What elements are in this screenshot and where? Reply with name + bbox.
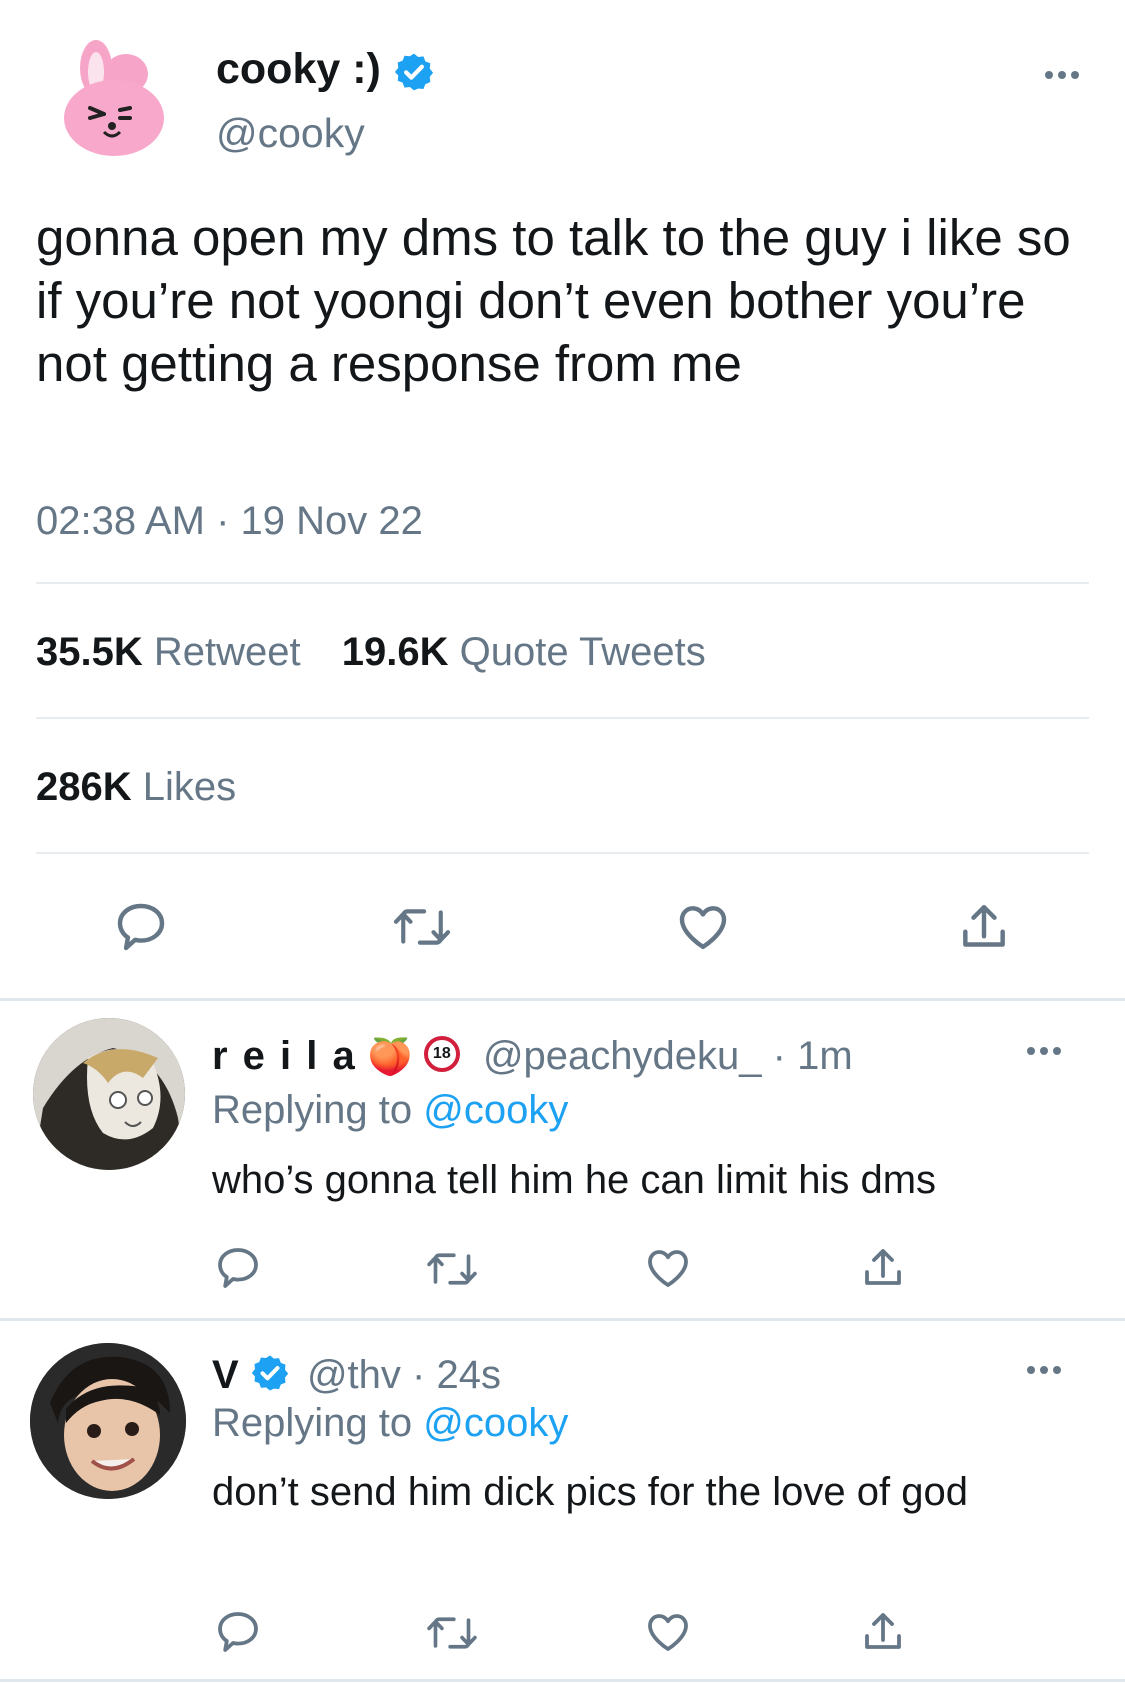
like-count: 286K xyxy=(36,765,132,809)
section-divider xyxy=(0,998,1125,1001)
main-tweet-timestamp[interactable]: 02:38 AM · 19 Nov 22 xyxy=(36,496,423,546)
share-icon[interactable] xyxy=(859,1608,907,1656)
main-tweet-display-name[interactable]: cooky :) xyxy=(216,45,381,93)
reply-text: don’t send him dick pics for the love of… xyxy=(212,1470,968,1514)
reply-avatar[interactable] xyxy=(30,1343,186,1499)
verified-badge-icon xyxy=(251,1355,288,1391)
main-tweet-avatar[interactable] xyxy=(64,38,164,158)
quote-label: Quote Tweets xyxy=(459,630,706,674)
replying-to-link[interactable]: @cooky xyxy=(423,1401,568,1445)
like-label: Likes xyxy=(142,765,237,809)
more-options-icon[interactable] xyxy=(1027,1047,1061,1055)
more-options-icon[interactable] xyxy=(1045,71,1079,79)
retweet-icon[interactable] xyxy=(424,1247,480,1291)
stats-row: 35.5K Retweet 19.6K Quote Tweets xyxy=(36,627,706,677)
section-divider xyxy=(0,1679,1125,1682)
comment-icon[interactable] xyxy=(214,1244,262,1292)
share-icon[interactable] xyxy=(859,1244,907,1292)
reply-handle-time[interactable]: @peachydeku_ · 1m xyxy=(483,1034,853,1078)
reply-header: r e i l a 🍑 18 @peachydeku_ · 1m xyxy=(212,1031,853,1082)
pink-bunny-avatar-icon xyxy=(64,40,164,156)
eighteen-plus-badge: 18 xyxy=(423,1036,460,1073)
replying-to-link[interactable]: @cooky xyxy=(423,1088,568,1132)
replying-to: Replying to @cooky xyxy=(212,1398,568,1448)
likes-stat[interactable]: 286K Likes xyxy=(36,762,236,812)
divider xyxy=(36,717,1089,719)
quote-stat[interactable]: 19.6K Quote Tweets xyxy=(342,630,706,674)
peach-emoji: 🍑 xyxy=(367,1036,413,1077)
share-icon[interactable] xyxy=(956,899,1012,955)
reply-display-name[interactable]: V xyxy=(212,1353,239,1397)
comment-icon[interactable] xyxy=(113,899,169,955)
heart-icon[interactable] xyxy=(643,1244,693,1292)
reply-avatar[interactable] xyxy=(33,1018,185,1170)
section-divider xyxy=(0,1318,1125,1321)
divider xyxy=(36,852,1089,854)
retweet-count: 35.5K xyxy=(36,630,143,674)
replying-to: Replying to @cooky xyxy=(212,1085,568,1135)
divider xyxy=(36,582,1089,584)
reply-handle-time[interactable]: @thv · 24s xyxy=(307,1353,501,1397)
retweet-icon[interactable] xyxy=(390,902,454,952)
reply-header: V @thv · 24s xyxy=(212,1350,501,1400)
comment-icon[interactable] xyxy=(214,1608,262,1656)
photo-avatar-icon xyxy=(30,1343,186,1499)
eighteen-plus-label: 18 xyxy=(432,1045,451,1063)
reply-display-name[interactable]: r e i l a xyxy=(212,1034,357,1078)
main-tweet-handle[interactable]: @cooky xyxy=(216,108,365,158)
anime-avatar-icon xyxy=(33,1018,185,1170)
retweet-stat[interactable]: 35.5K Retweet xyxy=(36,630,301,674)
retweet-icon[interactable] xyxy=(424,1611,480,1655)
replying-to-label: Replying to xyxy=(212,1401,413,1445)
retweet-label: Retweet xyxy=(153,630,301,674)
heart-icon[interactable] xyxy=(674,899,732,955)
replying-to-label: Replying to xyxy=(212,1088,413,1132)
main-tweet-text: gonna open my dms to talk to the guy i l… xyxy=(36,209,1071,392)
main-tweet-display-name-row[interactable]: cooky :) xyxy=(216,44,435,94)
more-options-icon[interactable] xyxy=(1027,1366,1061,1374)
verified-badge-icon xyxy=(394,53,433,91)
reply-text: who’s gonna tell him he can limit his dm… xyxy=(212,1158,937,1202)
quote-count: 19.6K xyxy=(341,630,449,674)
heart-icon[interactable] xyxy=(643,1608,693,1656)
